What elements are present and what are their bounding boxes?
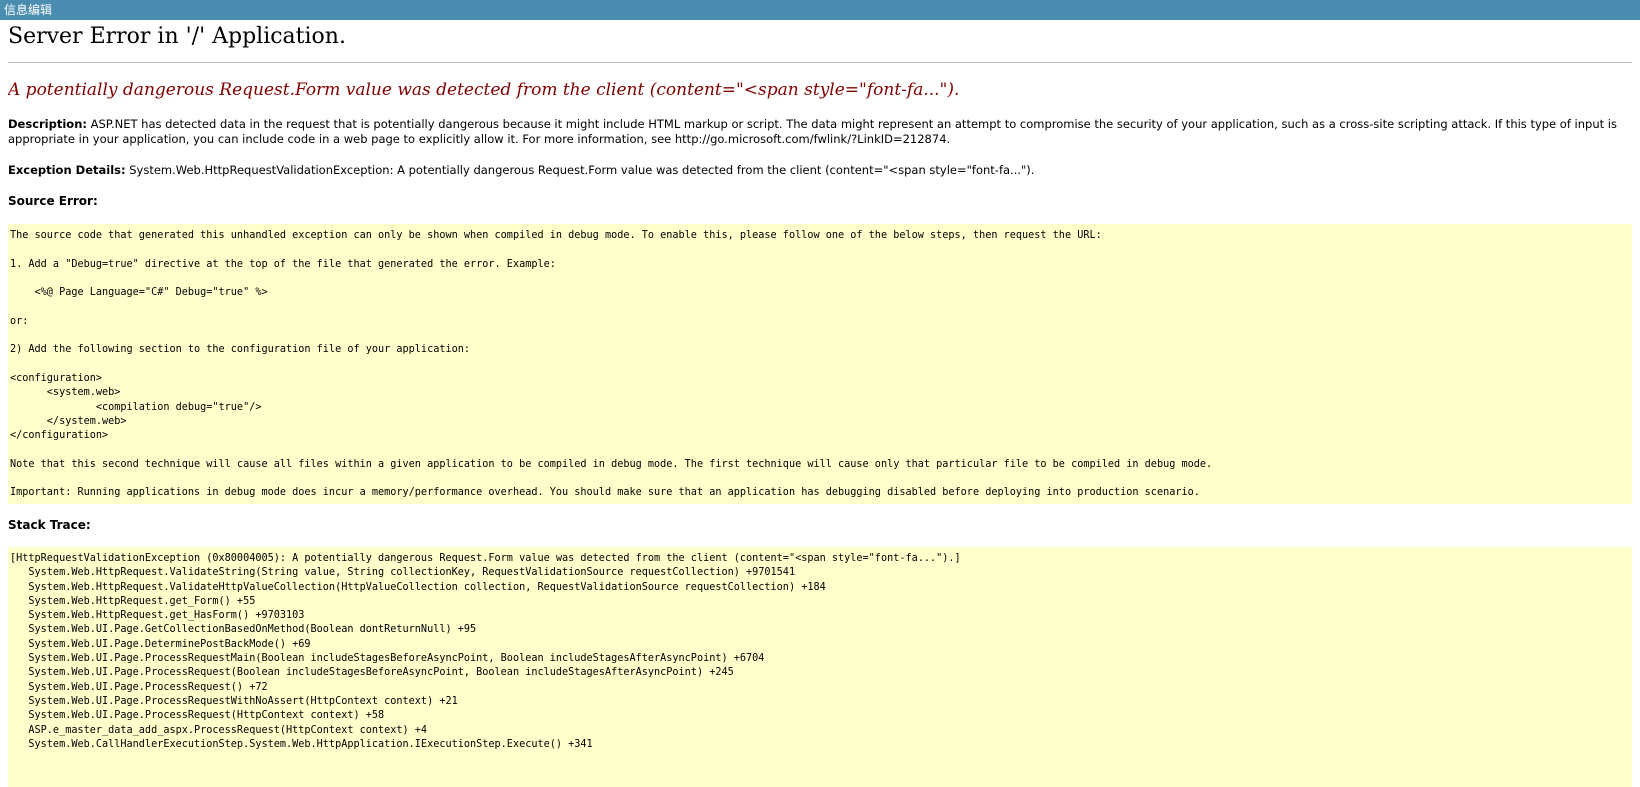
stack-line: System.Web.CallHandlerExecutionStep.Syst… — [10, 738, 593, 750]
code-line: <%@ Page Language="C#" Debug="true" %> — [10, 287, 268, 299]
stack-trace-code-block: [HttpRequestValidationException (0x80004… — [8, 547, 1632, 787]
stack-line: ASP.e_master_data_add_aspx.ProcessReques… — [10, 724, 428, 736]
stack-line: System.Web.UI.Page.DeterminePostBackMode… — [10, 638, 311, 650]
code-line: <configuration> — [10, 372, 103, 384]
window-title: 信息编辑 — [4, 3, 53, 17]
exception-label: Exception Details: — [8, 163, 126, 177]
stack-line: System.Web.UI.Page.ProcessRequest() +72 — [10, 681, 268, 693]
stack-line: System.Web.UI.Page.ProcessRequestWithNoA… — [10, 695, 458, 707]
error-page: Server Error in '/' Application. A poten… — [0, 20, 1640, 787]
code-line: </configuration> — [10, 430, 109, 442]
stack-line: System.Web.UI.Page.ProcessRequest(Boolea… — [10, 667, 734, 679]
code-line: <system.web> — [10, 387, 121, 399]
stack-line: [HttpRequestValidationException (0x80004… — [10, 553, 961, 564]
stack-trace-label: Stack Trace: — [8, 518, 91, 532]
description-text: ASP.NET has detected data in the request… — [8, 117, 1617, 146]
source-error-code-block: The source code that generated this unha… — [8, 224, 1632, 504]
page-title: Server Error in '/' Application. — [8, 24, 346, 49]
stack-line: System.Web.UI.Page.ProcessRequestMain(Bo… — [10, 653, 765, 665]
stack-line: System.Web.HttpRequest.ValidateString(St… — [10, 567, 796, 579]
stack-line: System.Web.UI.Page.GetCollectionBasedOnM… — [10, 624, 477, 636]
stack-line: System.Web.HttpRequest.get_Form() +55 — [10, 595, 256, 607]
code-line: or: — [10, 315, 29, 327]
window-titlebar: 信息编辑 — [0, 0, 1640, 20]
code-line: <compilation debug="true"/> — [10, 401, 262, 413]
code-line: The source code that generated this unha… — [10, 230, 1102, 241]
code-line: Important: Running applications in debug… — [10, 487, 1200, 499]
exception-details-paragraph: Exception Details: System.Web.HttpReques… — [8, 163, 1624, 178]
description-label: Description: — [8, 117, 87, 131]
error-message-heading: A potentially dangerous Request.Form val… — [8, 80, 960, 100]
code-line: 2) Add the following section to the conf… — [10, 344, 471, 356]
stack-line: System.Web.UI.Page.ProcessRequest(HttpCo… — [10, 710, 385, 722]
code-line: 1. Add a "Debug=true" directive at the t… — [10, 258, 556, 270]
code-line: </system.web> — [10, 415, 127, 427]
stack-line: System.Web.HttpRequest.get_HasForm() +97… — [10, 610, 305, 622]
divider — [8, 62, 1632, 63]
stack-line: System.Web.HttpRequest.ValidateHttpValue… — [10, 581, 826, 593]
code-line: Note that this second technique will cau… — [10, 458, 1213, 470]
exception-text: System.Web.HttpRequestValidationExceptio… — [125, 163, 1035, 177]
description-paragraph: Description: ASP.NET has detected data i… — [8, 117, 1624, 147]
source-error-label: Source Error: — [8, 194, 98, 208]
